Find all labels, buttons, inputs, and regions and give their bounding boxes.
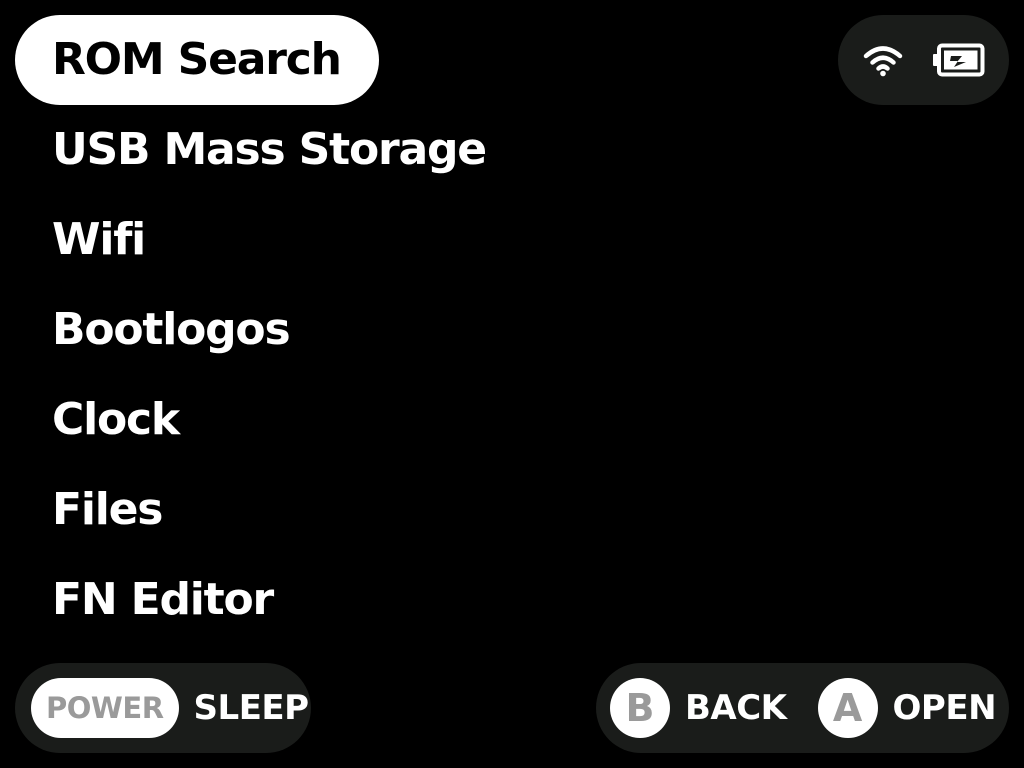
status-bar [838, 15, 1009, 105]
wifi-icon [863, 43, 903, 77]
open-label: OPEN [892, 688, 997, 728]
menu-item-wifi[interactable]: Wifi [15, 195, 183, 285]
menu-item-bootlogos[interactable]: Bootlogos [15, 285, 327, 375]
power-hint: POWER SLEEP [15, 663, 311, 753]
menu-item-fn-editor[interactable]: FN Editor [15, 555, 311, 645]
power-key-badge[interactable]: POWER [31, 678, 179, 738]
menu-item-files[interactable]: Files [15, 465, 200, 555]
b-button-badge[interactable]: B [610, 678, 670, 738]
button-hints: B BACK A OPEN [596, 663, 1009, 753]
sleep-label: SLEEP [193, 688, 310, 728]
back-label: BACK [685, 688, 787, 728]
battery-charging-icon [932, 43, 985, 77]
menu-item-clock[interactable]: Clock [15, 375, 217, 465]
menu-item-usb-mass-storage[interactable]: USB Mass Storage [15, 105, 524, 195]
a-button-badge[interactable]: A [817, 678, 878, 738]
menu-item-rom-search[interactable]: ROM Search [15, 15, 379, 105]
